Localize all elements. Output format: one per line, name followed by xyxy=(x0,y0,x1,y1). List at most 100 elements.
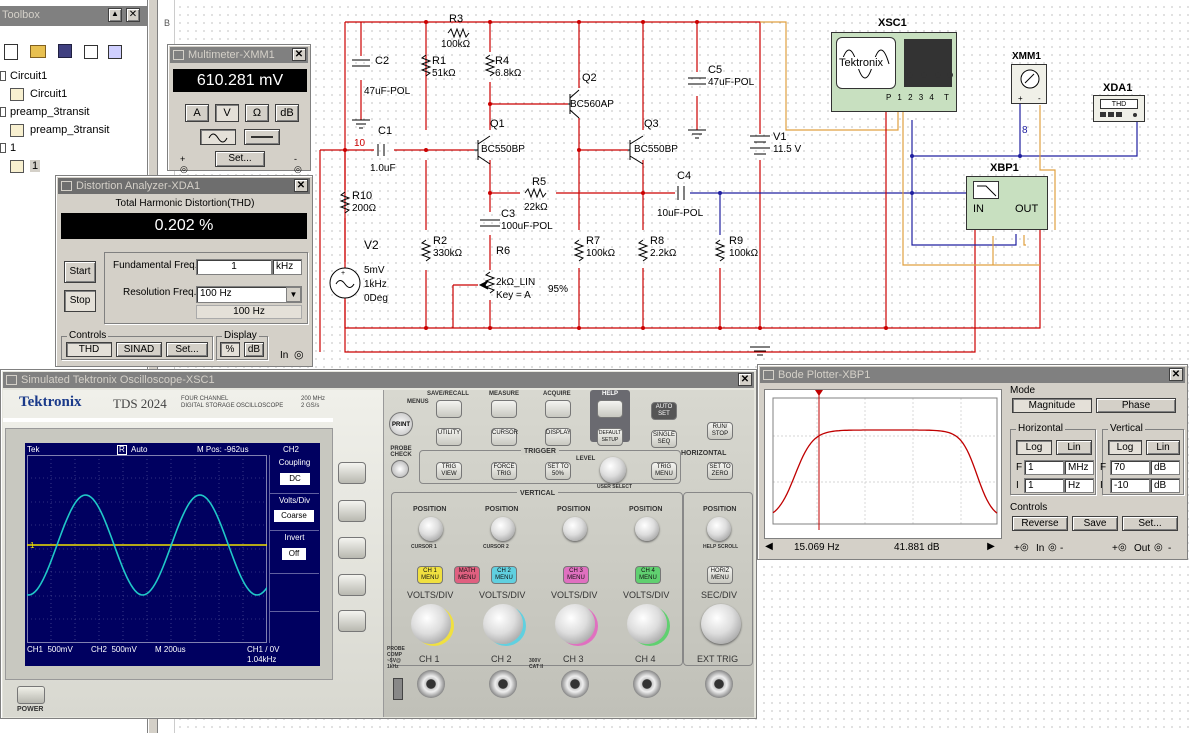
bode-set-button[interactable]: Set... xyxy=(1122,516,1178,531)
multimeter-close-button[interactable]: ✕ xyxy=(292,48,306,61)
ch4-voltsdiv-knob[interactable] xyxy=(627,604,667,644)
ch3-position-knob[interactable] xyxy=(563,517,587,541)
bode-cursor-left-button[interactable]: ◀ xyxy=(762,541,776,554)
trig-menu-button[interactable]: TRIG MENU xyxy=(651,462,677,480)
phase-button[interactable]: Phase xyxy=(1096,398,1176,413)
new-file-icon[interactable] xyxy=(4,44,18,60)
oscilloscope-close-button[interactable]: ✕ xyxy=(738,373,752,386)
reverse-button[interactable]: Reverse xyxy=(1012,516,1068,531)
view-icon[interactable] xyxy=(108,45,122,59)
thd-button[interactable]: THD xyxy=(66,342,112,357)
multimeter-db-button[interactable]: dB xyxy=(275,104,299,122)
ch2-voltsdiv-knob[interactable] xyxy=(483,604,523,644)
vertical-lin-button[interactable]: Lin xyxy=(1146,440,1180,455)
power-button[interactable] xyxy=(17,686,45,704)
print-button[interactable]: PRINT xyxy=(389,412,413,436)
horizontal-lin-button[interactable]: Lin xyxy=(1056,440,1092,455)
horizontal-initial-input[interactable]: 1 xyxy=(1024,478,1064,493)
multimeter-ac-button[interactable] xyxy=(200,129,236,145)
run-stop-button[interactable]: RUN/ STOP xyxy=(707,422,733,440)
distortion-stop-button[interactable]: Stop xyxy=(64,290,96,312)
trigger-level-knob[interactable] xyxy=(600,457,626,483)
multimeter-volts-button[interactable]: V xyxy=(215,104,239,122)
probe-check-button[interactable] xyxy=(391,460,409,478)
ch1-position-knob[interactable] xyxy=(419,517,443,541)
ch2-bnc-connector[interactable] xyxy=(489,670,517,698)
display-db-button[interactable]: dB xyxy=(244,342,264,357)
ch4-position-knob[interactable] xyxy=(635,517,659,541)
bode-plot-area[interactable] xyxy=(764,389,1002,539)
horizontal-final-input[interactable]: 1 xyxy=(1024,460,1064,475)
horizontal-final-unit[interactable]: MHz xyxy=(1064,460,1094,475)
secdiv-knob[interactable] xyxy=(701,604,741,644)
option-button-3[interactable] xyxy=(338,537,366,559)
ch4-menu-button[interactable]: CH 4 MENU xyxy=(635,566,661,584)
acquire-button[interactable] xyxy=(545,400,571,418)
distortion-start-button[interactable]: Start xyxy=(64,261,96,283)
utility-button[interactable]: UTILITY xyxy=(436,428,462,446)
vertical-initial-input[interactable]: -10 xyxy=(1110,478,1150,493)
multimeter-plus-terminal[interactable]: + ◎ xyxy=(180,154,188,175)
ch3-bnc-connector[interactable] xyxy=(561,670,589,698)
math-menu-button[interactable]: MATH MENU xyxy=(454,566,480,584)
resolution-freq-select[interactable]: 100 Hz ▼ xyxy=(196,286,302,303)
multimeter-titlebar[interactable]: Multimeter-XMM1 xyxy=(170,47,308,63)
horizontal-log-button[interactable]: Log xyxy=(1016,440,1052,455)
option-button-4[interactable] xyxy=(338,574,366,596)
distortion-close-button[interactable]: ✕ xyxy=(294,179,308,192)
vertical-final-input[interactable]: 70 xyxy=(1110,460,1150,475)
toolbox-minimize-button[interactable]: ▲ xyxy=(108,8,122,22)
ch1-bnc-connector[interactable] xyxy=(417,670,445,698)
distortion-titlebar[interactable]: Distortion Analyzer-XDA1 xyxy=(58,178,310,194)
option-button-1[interactable] xyxy=(338,462,366,484)
xsc1-instrument-icon[interactable]: Tektronix P 1 2 3 4 T xyxy=(831,32,957,112)
auto-set-button[interactable]: AUTO SET xyxy=(651,402,677,420)
save-recall-button[interactable] xyxy=(436,400,462,418)
ch3-voltsdiv-knob[interactable] xyxy=(555,604,595,644)
multimeter-amps-button[interactable]: A xyxy=(185,104,209,122)
single-seq-button[interactable]: SINGLE SEQ xyxy=(651,430,677,448)
multimeter-minus-terminal[interactable]: - ◎ xyxy=(294,154,302,175)
horiz-position-knob[interactable] xyxy=(707,517,731,541)
vertical-final-unit[interactable]: dB xyxy=(1150,460,1180,475)
sinad-button[interactable]: SINAD xyxy=(116,342,162,357)
ch2-position-knob[interactable] xyxy=(491,517,515,541)
fundamental-freq-input[interactable]: 1 xyxy=(196,259,272,275)
default-setup-button[interactable]: DEFAULT SETUP xyxy=(597,428,623,446)
distortion-set-button[interactable]: Set... xyxy=(166,342,208,357)
bode-save-button[interactable]: Save xyxy=(1072,516,1118,531)
horizontal-initial-unit[interactable]: Hz xyxy=(1064,478,1094,493)
option-button-5[interactable] xyxy=(338,610,366,632)
option-button-2[interactable] xyxy=(338,500,366,522)
toolbox-close-button[interactable]: ✕ xyxy=(126,8,140,22)
ch3-menu-button[interactable]: CH 3 MENU xyxy=(563,566,589,584)
bode-out-minus-terminal[interactable]: ◎ xyxy=(1154,542,1163,553)
vertical-initial-unit[interactable]: dB xyxy=(1150,478,1180,493)
display-button[interactable]: DISPLAY xyxy=(545,428,571,446)
ext-trig-bnc-connector[interactable] xyxy=(705,670,733,698)
magnitude-button[interactable]: Magnitude xyxy=(1012,398,1092,413)
oscilloscope-titlebar[interactable]: Simulated Tektronix Oscilloscope-XSC1 xyxy=(3,372,754,388)
vertical-log-button[interactable]: Log xyxy=(1108,440,1142,455)
xbp1-instrument-icon[interactable]: IN OUT xyxy=(966,176,1048,230)
set-to-50-button[interactable]: SET TO 50% xyxy=(545,462,571,480)
save-icon[interactable] xyxy=(58,44,72,58)
set-to-zero-button[interactable]: SET TO ZERO xyxy=(707,462,733,480)
bode-close-button[interactable]: ✕ xyxy=(1169,368,1183,381)
fundamental-freq-unit[interactable]: kHz xyxy=(272,259,302,275)
ch2-menu-button[interactable]: CH 2 MENU xyxy=(491,566,517,584)
multimeter-ohms-button[interactable]: Ω xyxy=(245,104,269,122)
properties-icon[interactable] xyxy=(84,45,98,59)
bode-titlebar[interactable]: Bode Plotter-XBP1 xyxy=(760,367,1185,383)
multimeter-dc-button[interactable] xyxy=(244,129,280,145)
trig-view-button[interactable]: TRIG VIEW xyxy=(436,462,462,480)
probe-comp-terminal[interactable] xyxy=(393,678,403,700)
cursor-button[interactable]: CURSOR xyxy=(491,428,518,446)
bode-in-minus-terminal[interactable]: ◎ xyxy=(1048,542,1057,553)
xda1-instrument-icon[interactable]: THD xyxy=(1093,95,1145,122)
multimeter-set-button[interactable]: Set... xyxy=(215,151,265,167)
display-percent-button[interactable]: % xyxy=(220,342,240,357)
bode-out-plus-terminal[interactable]: ◎ xyxy=(1118,542,1127,553)
force-trig-button[interactable]: FORCE TRIG xyxy=(491,462,517,480)
horiz-menu-button[interactable]: HORIZ MENU xyxy=(707,566,733,584)
